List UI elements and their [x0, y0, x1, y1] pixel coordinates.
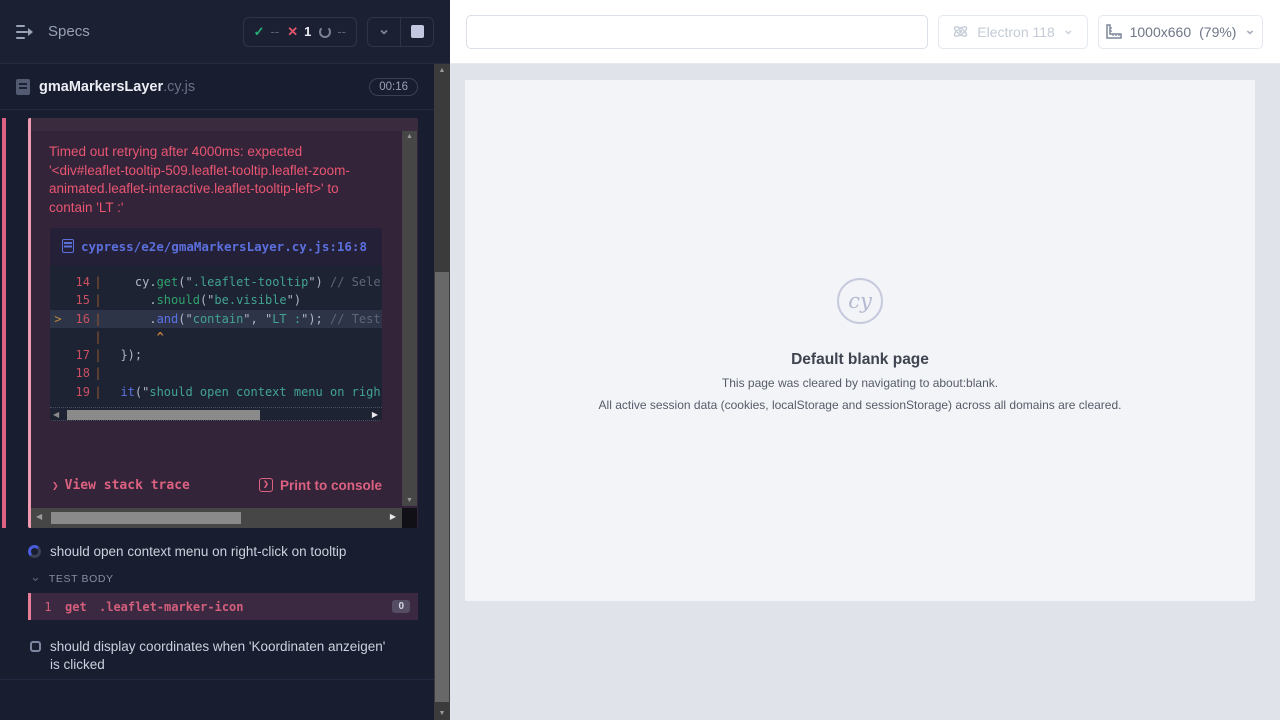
- pending-count: --: [337, 24, 346, 39]
- test-item-running[interactable]: should open context menu on right-click …: [28, 543, 410, 561]
- aut-panel: Electron 118 ⌄ 1000x660 (79%) ⌄ cy Defau…: [450, 0, 1280, 720]
- view-stack-trace-label: View stack trace: [65, 478, 190, 493]
- reporter-scrollbar[interactable]: ▲ ▼: [434, 64, 450, 720]
- test-error-panel: Timed out retrying after 4000ms: expecte…: [28, 118, 418, 528]
- chevron-down-icon: ⌄: [1244, 22, 1255, 38]
- viewport-size: 1000x660: [1130, 24, 1192, 40]
- code-frame-file-link[interactable]: cypress/e2e/gmaMarkersLayer.cy.js:16:8: [50, 228, 382, 266]
- test-body-label: TEST BODY: [49, 573, 114, 585]
- chevron-down-icon: ⌄: [1063, 22, 1074, 38]
- code-line: 15| .should("be.visible"): [50, 291, 382, 309]
- list-divider: [0, 679, 434, 680]
- code-line: | ^: [50, 328, 382, 346]
- electron-icon: [952, 23, 969, 40]
- chevron-down-icon: ⌄: [378, 22, 391, 37]
- print-to-console-label: Print to console: [280, 478, 382, 493]
- command-selector: .leaflet-marker-icon: [99, 600, 392, 614]
- spinner-icon: [319, 26, 331, 38]
- stat-pending: --: [319, 24, 346, 39]
- error-panel-top: [31, 118, 418, 131]
- reporter-header: Specs ✓ -- ✕ 1 -- ⌄: [0, 0, 450, 64]
- blank-page-content: cy Default blank page This page was clea…: [599, 278, 1122, 413]
- x-icon: ✕: [287, 24, 298, 40]
- error-message: Timed out retrying after 4000ms: expecte…: [49, 143, 381, 217]
- collapse-all-button[interactable]: ⌄: [368, 18, 400, 46]
- error-scrollbar-thumb[interactable]: [51, 512, 241, 524]
- browser-selector-button[interactable]: Electron 118 ⌄: [938, 15, 1088, 49]
- scrollbar-corner: [402, 508, 417, 528]
- code-frame-file-path: cypress/e2e/gmaMarkersLayer.cy.js:16:8: [81, 239, 367, 254]
- code-line: 14| cy.get(".leaflet-tooltip") // Sele: [50, 273, 382, 291]
- passed-count: --: [271, 24, 280, 39]
- spec-timer-badge: 00:16: [369, 78, 418, 96]
- chevron-right-icon: ❯: [52, 479, 59, 492]
- command-log-row[interactable]: 1 get .leaflet-marker-icon 0: [28, 593, 418, 620]
- code-snippet: 14| cy.get(".leaflet-tooltip") // Sele15…: [50, 266, 382, 407]
- ruler-icon: [1106, 24, 1122, 39]
- test-queued-icon: [30, 641, 41, 652]
- blank-page-line1: This page was cleared by navigating to a…: [599, 376, 1122, 391]
- code-frame: cypress/e2e/gmaMarkersLayer.cy.js:16:8 1…: [50, 228, 382, 421]
- blank-page-line2: All active session data (cookies, localS…: [599, 398, 1122, 413]
- reporter-scrollbar-thumb[interactable]: [435, 272, 449, 702]
- reporter-panel: Specs ✓ -- ✕ 1 -- ⌄: [0, 0, 450, 720]
- spec-file-icon: [16, 79, 30, 95]
- test-body-section-toggle[interactable]: ⌄ TEST BODY: [30, 572, 114, 585]
- failed-count: 1: [304, 24, 311, 39]
- test-running-spinner-icon: [28, 545, 41, 558]
- print-to-console-button[interactable]: ❯ Print to console: [259, 478, 382, 493]
- specs-title: Specs: [48, 23, 243, 40]
- scroll-left-icon[interactable]: ◀: [53, 409, 59, 421]
- cypress-logo: cy: [837, 278, 883, 324]
- stat-passed: ✓ --: [254, 24, 280, 40]
- command-count-badge: 0: [392, 600, 410, 613]
- run-controls: ⌄: [367, 17, 434, 47]
- code-line: 17| });: [50, 346, 382, 364]
- code-line: >16| .and("contain", "LT :"); // Test: [50, 310, 382, 328]
- cypress-app: Specs ✓ -- ✕ 1 -- ⌄: [0, 0, 1280, 720]
- aut-stage: cy Default blank page This page was clea…: [450, 64, 1280, 720]
- error-horizontal-scrollbar[interactable]: ◀ ▶: [31, 508, 402, 528]
- aut-toolbar: Electron 118 ⌄ 1000x660 (79%) ⌄: [450, 0, 1280, 64]
- command-number: 1: [31, 600, 65, 614]
- viewport-info-button[interactable]: 1000x660 (79%) ⌄: [1098, 15, 1263, 49]
- test-title: should open context menu on right-click …: [50, 543, 346, 561]
- blank-page-title: Default blank page: [599, 351, 1122, 369]
- spec-file-name: gmaMarkersLayer: [39, 79, 163, 95]
- command-method: get: [65, 600, 99, 614]
- view-stack-trace-button[interactable]: ❯ View stack trace: [52, 478, 190, 493]
- error-vertical-scrollbar[interactable]: ▲ ▼: [402, 131, 417, 506]
- spec-file-row[interactable]: gmaMarkersLayer .cy.js 00:16: [0, 64, 434, 110]
- scroll-right-icon[interactable]: ▶: [390, 512, 396, 521]
- stop-run-button[interactable]: [401, 18, 433, 46]
- code-line: 19| it("should open context menu on righ: [50, 383, 382, 401]
- scroll-left-icon[interactable]: ◀: [36, 512, 42, 521]
- scroll-up-icon[interactable]: ▲: [434, 67, 450, 74]
- spec-file-ext: .cy.js: [163, 79, 195, 95]
- code-horizontal-scrollbar[interactable]: ◀ ▶: [50, 407, 382, 421]
- chevron-down-icon: ⌄: [30, 570, 41, 583]
- test-stats: ✓ -- ✕ 1 --: [243, 17, 357, 47]
- stop-icon: [411, 25, 424, 38]
- scroll-right-icon[interactable]: ▶: [372, 409, 378, 421]
- error-actions: ❯ View stack trace ❯ Print to console: [31, 470, 382, 500]
- check-icon: ✓: [254, 24, 265, 40]
- scroll-up-icon[interactable]: ▲: [402, 133, 417, 140]
- file-icon: [62, 239, 74, 253]
- aut-viewport: cy Default blank page This page was clea…: [465, 80, 1255, 601]
- test-title: should display coordinates when 'Koordin…: [50, 638, 390, 674]
- scroll-down-icon[interactable]: ▼: [402, 497, 417, 504]
- browser-label: Electron 118: [977, 24, 1055, 40]
- code-scrollbar-thumb[interactable]: [67, 410, 260, 420]
- code-line: 18|: [50, 364, 382, 382]
- console-icon: ❯: [259, 478, 273, 492]
- specs-menu-icon[interactable]: [16, 24, 36, 40]
- stat-failed: ✕ 1: [287, 24, 311, 40]
- viewport-scale: (79%): [1199, 24, 1236, 40]
- test-item-queued[interactable]: should display coordinates when 'Koordin…: [30, 638, 390, 674]
- url-input[interactable]: [466, 15, 928, 49]
- scroll-down-icon[interactable]: ▼: [434, 710, 450, 717]
- failed-attempt-indicator: [2, 118, 6, 528]
